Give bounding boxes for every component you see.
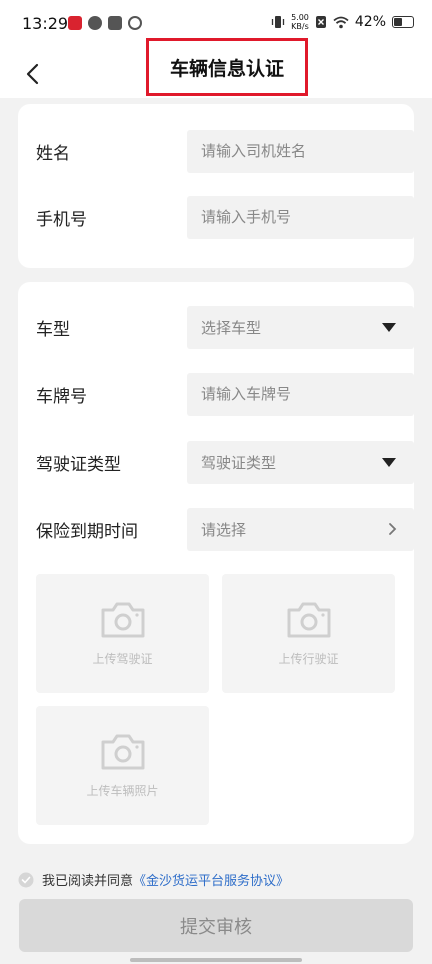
vibrate-icon (271, 16, 285, 28)
submit-button[interactable]: 提交审核 (19, 899, 413, 952)
license-type-value: 驾驶证类型 (201, 453, 277, 472)
home-indicator (130, 958, 302, 962)
vehicle-info-card: 车型 选择车型 车牌号 驾驶证类型 驾驶证类型 保险到期时间 请选择 (18, 282, 414, 844)
vehicle-type-row: 车型 选择车型 (36, 305, 414, 349)
camera-icon (287, 602, 330, 638)
insurance-row: 保险到期时间 请选择 (36, 507, 414, 551)
upload-label: 上传行驶证 (278, 652, 339, 666)
phone-label: 手机号 (36, 209, 87, 230)
chevron-right-icon (389, 522, 397, 535)
dropdown-arrow-icon (382, 457, 396, 467)
insurance-date-picker[interactable]: 请选择 (187, 507, 414, 551)
phone-row: 手机号 (36, 195, 414, 239)
name-row: 姓名 (36, 129, 414, 173)
upload-driver-license[interactable]: 上传驾驶证 (36, 574, 209, 693)
dropdown-arrow-icon (382, 322, 396, 332)
license-type-row: 驾驶证类型 驾驶证类型 (36, 440, 414, 484)
camera-icon (101, 602, 144, 638)
driver-info-card: 姓名 手机号 (18, 104, 414, 268)
name-input[interactable] (187, 129, 414, 173)
network-speed-value: 5.00 (291, 13, 309, 22)
agreement-row: 我已阅读并同意 《金沙货运平台服务协议》 (18, 870, 289, 889)
upload-vehicle-license[interactable]: 上传行驶证 (222, 574, 395, 693)
insurance-label: 保险到期时间 (36, 521, 138, 542)
phone-input[interactable] (187, 195, 414, 239)
plate-row: 车牌号 (36, 372, 414, 416)
network-speed-unit: KB/s (291, 22, 309, 31)
page-title: 车辆信息认证 (146, 38, 308, 96)
app-notification-icon (68, 16, 82, 30)
upload-label: 上传车辆照片 (86, 784, 159, 798)
wifi-icon (333, 16, 349, 28)
vehicle-type-value: 选择车型 (201, 318, 262, 337)
agreement-link[interactable]: 《金沙货运平台服务协议》 (133, 870, 289, 889)
link-icon (128, 16, 142, 30)
camera-icon (101, 734, 144, 770)
status-right: 5.00 KB/s 42% (271, 13, 414, 31)
license-type-label: 驾驶证类型 (36, 454, 121, 475)
checkbox-icon[interactable] (18, 872, 34, 888)
network-speed: 5.00 KB/s (291, 13, 309, 31)
license-type-select[interactable]: 驾驶证类型 (187, 440, 414, 484)
vehicle-type-label: 车型 (36, 319, 70, 340)
insurance-value: 请选择 (201, 520, 247, 539)
name-label: 姓名 (36, 143, 70, 164)
agreement-text: 我已阅读并同意 (42, 874, 134, 889)
chevron-left-icon[interactable] (20, 60, 48, 88)
plate-input[interactable] (187, 372, 414, 416)
vehicle-type-select[interactable]: 选择车型 (187, 305, 414, 349)
box-icon (108, 16, 122, 30)
upload-label: 上传驾驶证 (92, 652, 153, 666)
battery-percent: 42% (354, 14, 386, 30)
battery-icon (392, 16, 414, 28)
status-time: 13:29 (22, 14, 69, 33)
plate-label: 车牌号 (36, 386, 87, 407)
notification-icons (68, 16, 142, 30)
upload-vehicle-photo[interactable]: 上传车辆照片 (36, 706, 209, 825)
no-sim-icon (315, 16, 326, 28)
pinwheel-icon (88, 16, 102, 30)
